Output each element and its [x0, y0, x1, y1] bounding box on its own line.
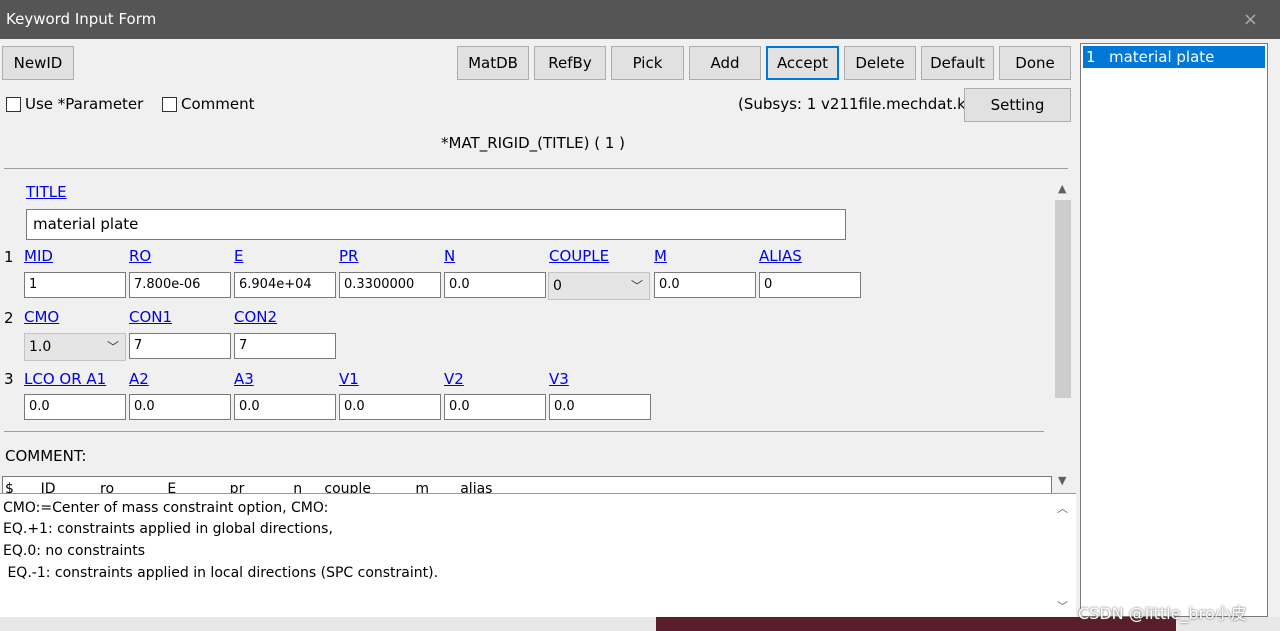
help-line: EQ.0: no constraints	[3, 543, 146, 559]
row-number-3: 3	[4, 370, 14, 388]
watermark: CSDN @little_bro小皮	[1078, 604, 1247, 623]
matdb-button[interactable]: MatDB	[457, 46, 529, 80]
con1-label[interactable]: CON1	[129, 308, 172, 326]
e-label[interactable]: E	[234, 247, 243, 265]
help-textarea[interactable]: CMO:=Center of mass constraint option, C…	[0, 493, 1076, 617]
m-label[interactable]: M	[654, 247, 667, 265]
list-item-label: material plate	[1109, 48, 1215, 66]
help-line: CMO:=Center of mass constraint option, C…	[3, 500, 329, 516]
list-item[interactable]: 1 material plate	[1083, 46, 1265, 68]
comment-checkbox[interactable]	[162, 97, 177, 112]
a2-label[interactable]: A2	[129, 370, 149, 388]
pr-label[interactable]: PR	[339, 247, 358, 265]
subsys-label: (Subsys: 1 v211file.mechdat.k)	[738, 95, 972, 113]
mid-input[interactable]: 1	[24, 272, 126, 298]
newid-button[interactable]: NewID	[2, 46, 74, 80]
comment-textarea[interactable]: $ ID ro E pr n couple m alias	[2, 476, 1052, 494]
title-input[interactable]: material plate	[26, 209, 846, 240]
lco-or-a1-input[interactable]: 0.0	[24, 394, 126, 420]
chevron-down-icon: ﹀	[106, 340, 119, 354]
ro-label[interactable]: RO	[129, 247, 151, 265]
delete-button[interactable]: Delete	[844, 46, 916, 80]
window-titlebar: Keyword Input Form ×	[0, 0, 1280, 39]
n-label[interactable]: N	[444, 247, 455, 265]
con2-input[interactable]: 7	[234, 333, 336, 359]
add-button[interactable]: Add	[689, 46, 761, 80]
v1-input[interactable]: 0.0	[339, 394, 441, 420]
row-number-2: 2	[4, 309, 14, 327]
cmo-label[interactable]: CMO	[24, 308, 59, 326]
comment-label: Comment	[181, 95, 255, 113]
con2-label[interactable]: CON2	[234, 308, 277, 326]
v2-label[interactable]: V2	[444, 370, 464, 388]
v2-input[interactable]: 0.0	[444, 394, 546, 420]
a2-input[interactable]: 0.0	[129, 394, 231, 420]
a3-label[interactable]: A3	[234, 370, 254, 388]
keyword-list[interactable]: 1 material plate	[1080, 43, 1268, 617]
chevron-up-icon[interactable]: ▲	[1058, 182, 1066, 195]
cmo-select[interactable]: 1.0 ﹀	[24, 333, 126, 361]
cmo-select-value: 1.0	[29, 339, 52, 355]
use-parameter-label: Use *Parameter	[25, 95, 144, 113]
chevron-down-icon[interactable]: ▼	[1058, 474, 1066, 487]
default-button[interactable]: Default	[921, 46, 994, 80]
right-edge	[1268, 39, 1280, 631]
v1-label[interactable]: V1	[339, 370, 359, 388]
accept-button[interactable]: Accept	[766, 46, 839, 80]
setting-button[interactable]: Setting	[964, 88, 1071, 122]
couple-select-value: 0	[553, 278, 562, 294]
n-input[interactable]: 0.0	[444, 272, 546, 298]
alias-input[interactable]: 0	[759, 272, 861, 298]
mid-label[interactable]: MID	[24, 247, 53, 265]
chevron-down-icon: ﹀	[630, 279, 643, 293]
divider	[4, 168, 1068, 169]
couple-select[interactable]: 0 ﹀	[548, 272, 650, 300]
m-input[interactable]: 0.0	[654, 272, 756, 298]
con1-input[interactable]: 7	[129, 333, 231, 359]
done-button[interactable]: Done	[999, 46, 1071, 80]
v3-label[interactable]: V3	[549, 370, 569, 388]
keyword-header: *MAT_RIGID_(TITLE) ( 1 )	[441, 134, 625, 152]
use-parameter-checkbox[interactable]	[6, 97, 21, 112]
help-line: EQ.-1: constraints applied in local dire…	[3, 565, 439, 581]
divider	[4, 431, 1044, 432]
comment-section-label: COMMENT:	[5, 447, 87, 465]
couple-label[interactable]: COUPLE	[549, 247, 609, 265]
e-input[interactable]: 6.904e+04	[234, 272, 336, 298]
ro-input[interactable]: 7.800e-06	[129, 272, 231, 298]
a3-input[interactable]: 0.0	[234, 394, 336, 420]
row-number-1: 1	[4, 248, 14, 266]
v3-input[interactable]: 0.0	[549, 394, 651, 420]
pr-input[interactable]: 0.3300000	[339, 272, 441, 298]
list-item-number: 1	[1086, 48, 1096, 66]
pick-button[interactable]: Pick	[611, 46, 684, 80]
refby-button[interactable]: RefBy	[534, 46, 606, 80]
lco-or-a1-label[interactable]: LCO OR A1	[24, 370, 106, 388]
window-title: Keyword Input Form	[6, 10, 157, 28]
title-field-label[interactable]: TITLE	[26, 183, 67, 201]
alias-label[interactable]: ALIAS	[759, 247, 802, 265]
close-icon[interactable]: ×	[1243, 0, 1258, 39]
help-line: EQ.+1: constraints applied in global dir…	[3, 521, 333, 537]
chevron-up-icon[interactable]: ︿	[1057, 500, 1068, 516]
chevron-down-icon[interactable]: ﹀	[1057, 598, 1068, 614]
scroll-thumb[interactable]	[1055, 200, 1071, 398]
